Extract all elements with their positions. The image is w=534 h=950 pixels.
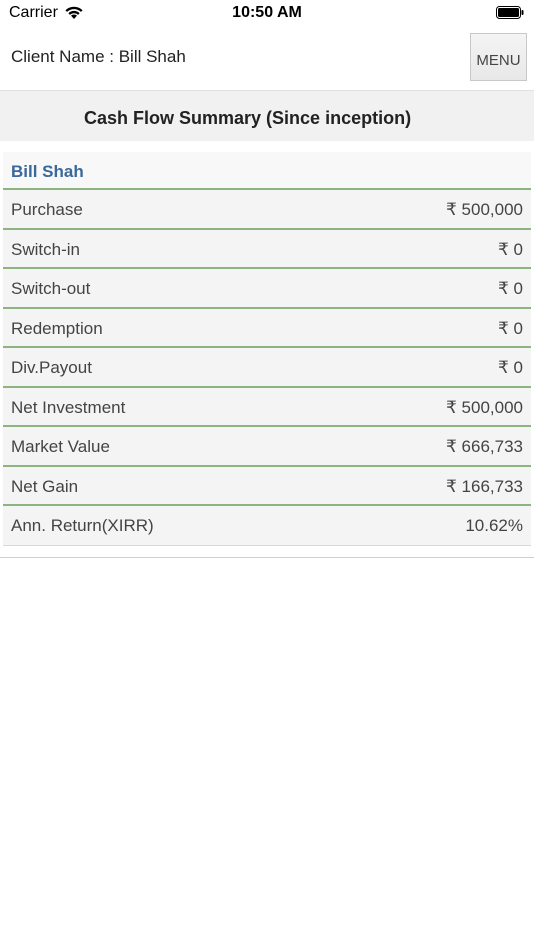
- row-label: Market Value: [11, 437, 110, 456]
- status-bar: Carrier 10:50 AM: [0, 0, 534, 28]
- table-row: Ann. Return(XIRR) 10.62%: [3, 506, 531, 546]
- table-row: Div.Payout ₹ 0: [3, 348, 531, 388]
- row-label: Purchase: [11, 200, 83, 219]
- row-value: ₹ 500,000: [446, 397, 523, 417]
- table-row: Switch-in ₹ 0: [3, 229, 531, 269]
- table-row: Redemption ₹ 0: [3, 308, 531, 348]
- table-row: Net Investment ₹ 500,000: [3, 387, 531, 427]
- app-header: Client Name : Bill Shah MENU: [0, 28, 534, 91]
- row-label: Switch-out: [11, 279, 91, 298]
- row-value: ₹ 0: [498, 239, 523, 259]
- table-row: Market Value ₹ 666,733: [3, 427, 531, 467]
- title-band: Cash Flow Summary (Since inception): [0, 91, 534, 141]
- investor-name: Bill Shah: [11, 162, 84, 181]
- row-value: ₹ 166,733: [446, 476, 523, 496]
- table-row: Net Gain ₹ 166,733: [3, 466, 531, 506]
- table-row: Purchase ₹ 500,000: [3, 190, 531, 230]
- row-label: Switch-in: [11, 239, 80, 259]
- row-value: ₹ 0: [498, 358, 523, 377]
- row-value: ₹ 666,733: [446, 437, 523, 456]
- row-value: ₹ 500,000: [446, 200, 523, 219]
- row-label: Net Investment: [11, 397, 126, 417]
- menu-button[interactable]: MENU: [470, 33, 527, 81]
- row-label: Net Gain: [11, 476, 79, 496]
- divider: [0, 557, 534, 558]
- status-time: 10:50 AM: [232, 4, 302, 21]
- client-name-label: Client Name : Bill Shah: [11, 47, 186, 66]
- row-value: 10.62%: [465, 516, 523, 535]
- table-row: Switch-out ₹ 0: [3, 269, 531, 309]
- cash-flow-table: Bill Shah Purchase ₹ 500,000 Switch-in ₹…: [3, 152, 531, 546]
- row-label: Div.Payout: [11, 358, 92, 377]
- row-label: Redemption: [11, 318, 103, 338]
- page-title: Cash Flow Summary (Since inception): [84, 108, 412, 128]
- battery-icon: [496, 6, 524, 19]
- table-header: Bill Shah: [3, 152, 531, 190]
- row-value: ₹ 0: [498, 279, 523, 298]
- row-label: Ann. Return(XIRR): [11, 516, 154, 535]
- row-value: ₹ 0: [498, 318, 523, 338]
